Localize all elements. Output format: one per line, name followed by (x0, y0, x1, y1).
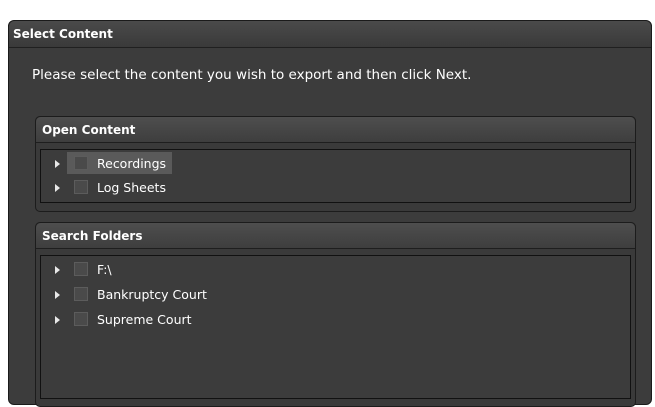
tree-item-label: Bankruptcy Court (97, 287, 207, 302)
tree-item-label: Supreme Court (97, 312, 192, 327)
tree-item-log-sheets[interactable]: Log Sheets (41, 179, 221, 197)
expand-arrow-icon[interactable] (55, 184, 60, 192)
open-content-tree: Recordings Log Sheets (40, 149, 631, 203)
checkbox-supreme-court[interactable] (74, 312, 88, 326)
tree-item-f-drive[interactable]: F:\ (41, 261, 221, 279)
tree-item-label: F:\ (97, 262, 112, 277)
open-content-title: Open Content (42, 123, 136, 137)
expand-arrow-icon[interactable] (55, 291, 60, 299)
select-content-panel: Select Content Please select the content… (8, 20, 652, 407)
search-folders-header: Search Folders (36, 223, 635, 249)
open-content-group: Open Content Recordings Log Sheets (35, 116, 636, 212)
search-folders-group: Search Folders F:\ Bankruptcy Court Supr… (35, 222, 636, 407)
tree-item-label: Recordings (97, 156, 167, 171)
expand-arrow-icon[interactable] (55, 316, 60, 324)
search-folders-title: Search Folders (42, 229, 143, 243)
tree-item-recordings[interactable]: Recordings (41, 152, 221, 174)
expand-arrow-icon[interactable] (55, 266, 60, 274)
tree-item-bankruptcy-court[interactable]: Bankruptcy Court (41, 286, 221, 304)
checkbox-log-sheets[interactable] (74, 180, 88, 194)
tree-item-supreme-court[interactable]: Supreme Court (41, 311, 221, 329)
search-folders-tree: F:\ Bankruptcy Court Supreme Court (40, 255, 631, 399)
expand-arrow-icon[interactable] (55, 160, 60, 168)
tree-item-label: Log Sheets (97, 180, 166, 195)
checkbox-f-drive[interactable] (74, 262, 88, 276)
instructions-text: Please select the content you wish to ex… (32, 67, 472, 83)
panel-header: Select Content (9, 21, 651, 48)
checkbox-recordings[interactable] (74, 156, 88, 170)
checkbox-bankruptcy-court[interactable] (74, 287, 88, 301)
open-content-header: Open Content (36, 117, 635, 143)
panel-title: Select Content (13, 27, 113, 41)
app-root: Select Content Please select the content… (0, 0, 655, 407)
